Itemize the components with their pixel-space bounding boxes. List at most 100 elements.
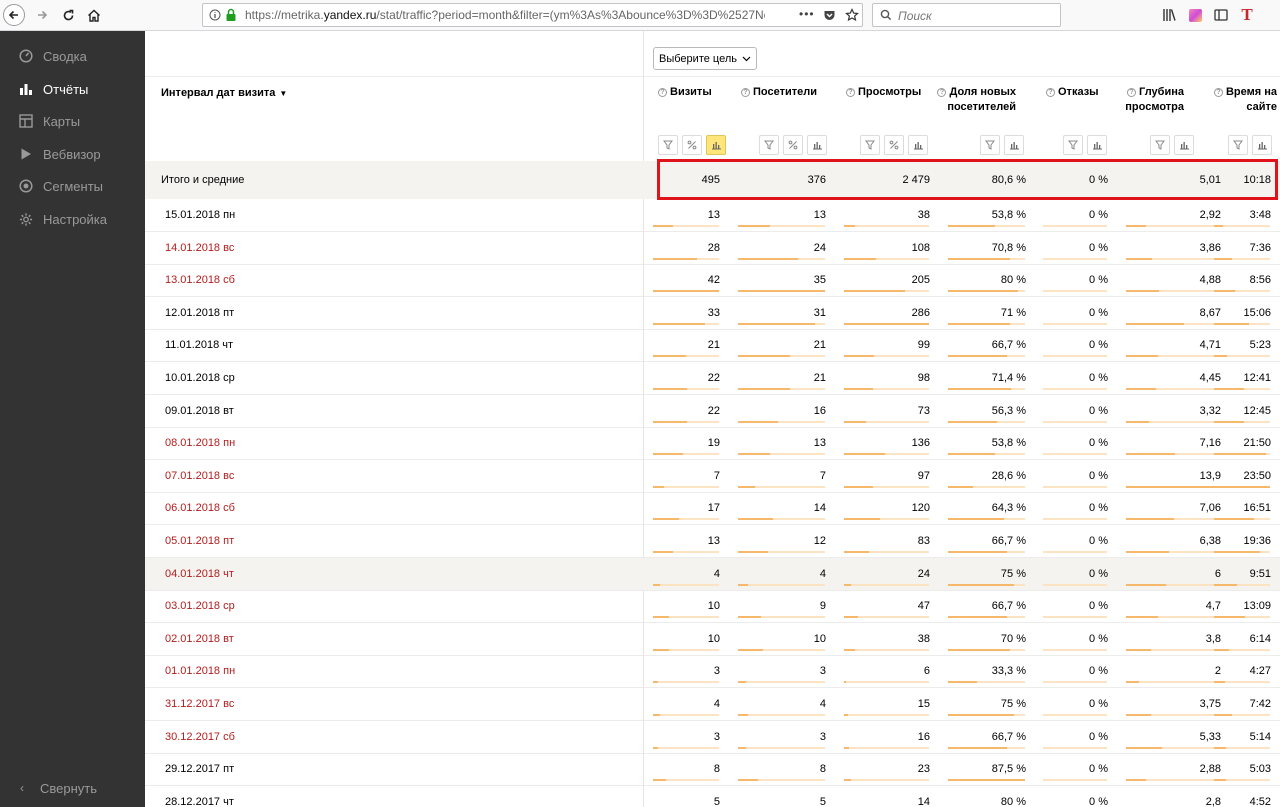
table-row[interactable]: 30.12.2017 сб 3 3 16 66,7 % 0 % 5,33 5:14 [145,721,1280,754]
row-date[interactable]: 13.01.2018 сб [165,274,235,286]
help-icon[interactable]: ? [937,88,947,97]
table-row[interactable]: 13.01.2018 сб 42 35 205 80 % 0 % 4,88 8:56 [145,264,1280,298]
row-date[interactable]: 09.01.2018 вт [165,405,234,417]
table-row[interactable]: 14.01.2018 вс 28 24 108 70,8 % 0 % 3,86 7:36 [145,232,1280,265]
row-date[interactable]: 08.01.2018 пн [165,437,235,449]
sidebar-item-segments[interactable]: Сегменты [0,170,145,202]
help-icon[interactable]: ? [741,88,750,97]
row-date[interactable]: 31.12.2017 вс [165,698,234,710]
filter-icon[interactable] [980,135,1000,155]
bar-chart-icon[interactable] [1252,135,1272,155]
row-date[interactable]: 28.12.2017 чт [165,796,234,807]
column-header-new_share[interactable]: ? Доля новых посетителей [936,85,1016,115]
table-row[interactable]: 10.01.2018 ср 22 21 98 71,4 % 0 % 4,45 12:41 [145,362,1280,395]
filter-icon[interactable] [1150,135,1170,155]
filter-icon[interactable] [759,135,779,155]
column-header-depth[interactable]: ? Глубина просмотра [1104,85,1184,115]
row-date[interactable]: 05.01.2018 пт [165,535,234,547]
column-header-visitors[interactable]: ? Посетители [741,85,817,100]
help-icon[interactable]: ? [658,88,667,97]
cell-visits: 3 [713,730,720,743]
goal-select[interactable]: Выберите цель [653,47,757,70]
table-row[interactable]: 29.12.2017 пт 8 8 23 87,5 % 0 % 2,88 5:03 [145,753,1280,787]
row-date[interactable]: 12.01.2018 пт [165,307,234,319]
sidebar-toggle-icon[interactable] [1213,7,1229,23]
row-date[interactable]: 06.01.2018 сб [165,502,235,514]
column-header-label: Просмотры [858,86,922,98]
page-actions-icon[interactable]: ••• [799,7,815,21]
t-extension-icon[interactable]: T [1239,5,1255,24]
table-row[interactable]: 12.01.2018 пт 33 31 286 71 % 0 % 8,67 15:06 [145,297,1280,330]
table-row[interactable]: 11.01.2018 чт 21 21 99 66,7 % 0 % 4,71 5:23 [145,329,1280,363]
filter-icon[interactable] [1063,135,1083,155]
row-date[interactable]: 02.01.2018 вт [165,633,234,645]
table-row[interactable]: 31.12.2017 вс 4 4 15 75 % 0 % 3,75 7:42 [145,688,1280,721]
filter-icon[interactable] [658,135,678,155]
back-button[interactable] [3,4,25,26]
filter-icon[interactable] [1228,135,1248,155]
table-row[interactable]: 06.01.2018 сб 17 14 120 64,3 % 0 % 7,06 16:51 [145,492,1280,526]
row-date[interactable]: 07.01.2018 вс [165,470,234,482]
table-row[interactable]: 03.01.2018 ср 10 9 47 66,7 % 0 % 4,7 13:09 [145,590,1280,624]
bar-chart-icon[interactable] [1004,135,1024,155]
help-icon[interactable]: ? [846,88,855,97]
row-date[interactable]: 14.01.2018 вс [165,242,234,254]
sidebar-item-settings[interactable]: Настройка [0,203,145,235]
row-date[interactable]: 15.01.2018 пн [165,209,235,221]
row-date[interactable]: 03.01.2018 ср [165,600,235,612]
bar-chart-icon[interactable] [807,135,827,155]
row-date[interactable]: 11.01.2018 чт [165,339,233,351]
table-row[interactable]: 09.01.2018 вт 22 16 73 56,3 % 0 % 3,32 12:45 [145,395,1280,428]
library-icon[interactable] [1161,7,1177,23]
url-bar[interactable]: https://metrika.yandex.ru/stat/traffic?p… [202,3,863,27]
sidebar-collapse-button[interactable]: ‹ Свернуть [0,775,145,801]
table-row[interactable]: 28.12.2017 чт 5 5 14 80 % 0 % 2,8 4:52 [145,786,1280,807]
bar-chart-icon[interactable] [1087,135,1107,155]
row-date[interactable]: 30.12.2017 сб [165,731,235,743]
help-icon[interactable]: ? [1046,88,1055,97]
url-prefix: https://metrika. [245,8,324,22]
percent-icon[interactable] [783,135,803,155]
pocket-icon[interactable] [823,9,836,22]
sidebar-item-webvisor[interactable]: Вебвизор [0,138,145,170]
table-row[interactable]: 02.01.2018 вт 10 10 38 70 % 0 % 3,8 6:14 [145,623,1280,656]
value-bar [1043,453,1107,456]
cell-depth: 4,71 [1199,339,1221,352]
sidebar-item-maps[interactable]: Карты [0,105,145,137]
table-row[interactable]: 15.01.2018 пн 13 13 38 53,8 % 0 % 2,92 3:48 [145,199,1280,232]
row-date[interactable]: 10.01.2018 ср [165,372,235,384]
home-button[interactable] [83,4,105,26]
bar-chart-icon[interactable] [706,135,726,155]
row-date[interactable]: 29.12.2017 пт [165,763,234,775]
column-header-visits[interactable]: ? Визиты [658,85,712,100]
value-bar [738,355,825,358]
forward-button[interactable] [31,4,53,26]
percent-icon[interactable] [884,135,904,155]
bar-chart-icon[interactable] [1174,135,1194,155]
column-header-label: Посетители [753,86,817,98]
row-date[interactable]: 01.01.2018 пн [165,665,235,677]
column-header-time[interactable]: ? Время на сайте [1197,85,1277,115]
table-row[interactable]: 07.01.2018 вс 7 7 97 28,6 % 0 % 13,9 23:50 [145,460,1280,493]
table-row[interactable]: 08.01.2018 пн 19 13 136 53,8 % 0 % 7,16 21:50 [145,427,1280,461]
info-icon[interactable] [209,9,221,21]
percent-icon[interactable] [682,135,702,155]
column-header-views[interactable]: ? Просмотры [846,85,921,100]
filter-icon[interactable] [860,135,880,155]
column-header-bounce[interactable]: ? Отказы [1046,85,1099,100]
dimension-header[interactable]: Интервал дат визита ▼ [161,87,287,99]
help-icon[interactable]: ? [1213,88,1223,97]
cell-time: 3:48 [1249,209,1271,221]
search-input[interactable]: Поиск [872,3,1061,27]
sidebar-item-reports[interactable]: Отчёты [0,73,145,105]
help-icon[interactable]: ? [1127,88,1137,97]
table-row[interactable]: 04.01.2018 чт 4 4 24 75 % 0 % 6 9:51 [145,557,1280,591]
sidebar-item-summary[interactable]: Сводка [0,40,145,72]
bookmark-star-icon[interactable] [845,8,859,22]
reload-button[interactable] [57,4,79,26]
extension-icon[interactable] [1187,7,1203,23]
bar-chart-icon[interactable] [908,135,928,155]
table-row[interactable]: 01.01.2018 пн 3 3 6 33,3 % 0 % 2 4:27 [145,655,1280,689]
table-row[interactable]: 05.01.2018 пт 13 12 83 66,7 % 0 % 6,38 19:36 [145,525,1280,558]
row-date[interactable]: 04.01.2018 чт [165,568,234,580]
